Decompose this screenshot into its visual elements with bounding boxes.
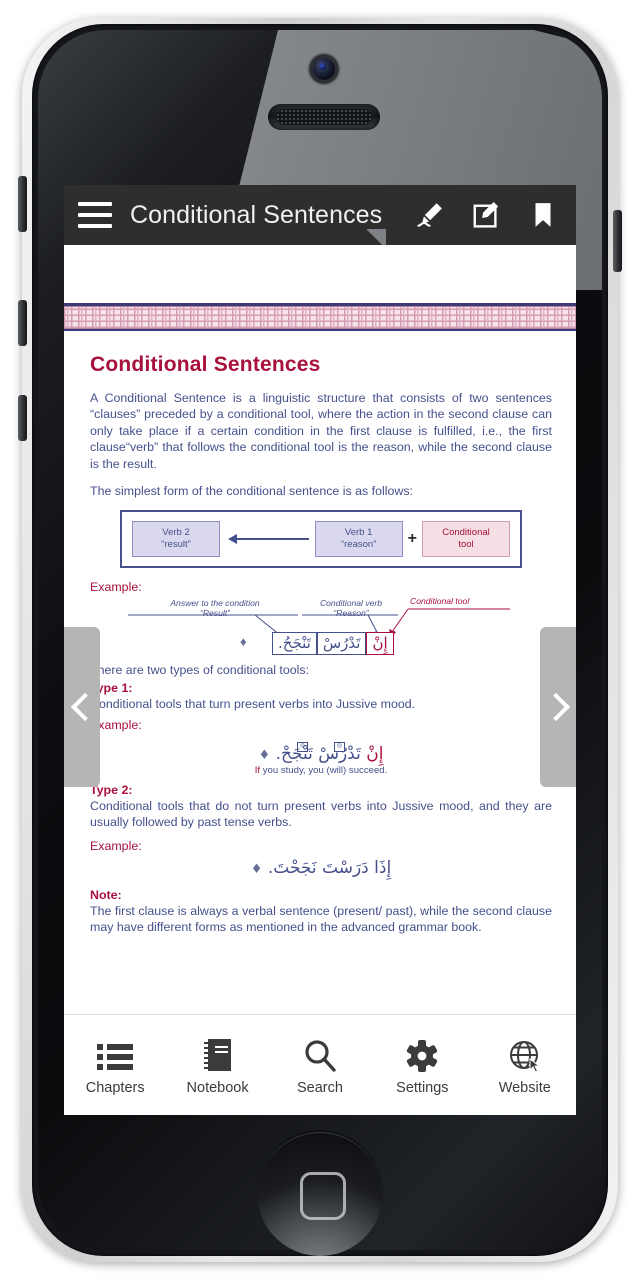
example-label-1: Example: — [90, 580, 142, 594]
annotation-result: Answer to the condition “Result” — [170, 598, 260, 619]
cell-tool: إِنْ — [366, 632, 394, 655]
earpiece-speaker — [268, 104, 380, 130]
tab-chapters-label: Chapters — [85, 1079, 145, 1096]
phone-screen: Conditional Sentences Conditional Senten… — [64, 185, 576, 1115]
verb1-label: Verb 1 — [344, 527, 373, 539]
verb1-box: Verb 1 “reason” — [314, 521, 403, 557]
sukun-markers: ◎ ◎ — [90, 734, 552, 752]
pointer-hand-icon-1: ♦ — [240, 634, 247, 649]
type2-arabic-text: إِذَا دَرَسْتَ نَجَحْتَ. — [267, 857, 392, 878]
note-text: The first clause is always a verbal sent… — [90, 903, 552, 934]
hamburger-menu-icon[interactable] — [78, 202, 112, 228]
annotation-tool: Conditional tool — [410, 596, 470, 606]
globe-icon — [508, 1035, 542, 1073]
type1-arabic-highlight: إِنْ — [366, 743, 384, 764]
verb1-sublabel: “reason” — [340, 539, 377, 551]
tab-notebook[interactable]: Notebook — [171, 1035, 265, 1096]
screenshot-scene: Conditional Sentences Conditional Senten… — [0, 0, 640, 1280]
type1-arabic: إِنْ تَدْرُسْ تَنْجَحْ. ♦ — [90, 744, 552, 764]
tab-settings-label: Settings — [396, 1079, 449, 1096]
pencil-annotate-icon[interactable] — [416, 200, 446, 230]
cell-result: تَنْجَحُ. — [272, 632, 317, 655]
type1-text: Conditional tools that turn present verb… — [90, 697, 416, 712]
page-top-margin — [64, 245, 576, 303]
document-heading: Conditional Sentences — [90, 353, 321, 376]
document-body: Conditional Sentences A Conditional Sent… — [64, 331, 576, 935]
arabic-example-cells: تَنْجَحُ. تَدْرُسْ إِنْ — [272, 632, 394, 655]
header-corner-accent — [362, 229, 386, 245]
volume-down-button[interactable] — [18, 395, 27, 441]
type2-label: Type 2: — [90, 782, 133, 797]
front-camera — [313, 58, 335, 80]
chevron-left-icon — [70, 692, 99, 722]
direction-arrow — [226, 533, 309, 545]
document-viewer: Conditional Sentences A Conditional Sent… — [64, 245, 576, 1115]
tool-sublabel: tool — [458, 539, 474, 551]
tab-website-label: Website — [498, 1079, 551, 1096]
power-button[interactable] — [613, 210, 622, 272]
verb2-label: Verb 2 — [162, 527, 190, 539]
tab-settings[interactable]: Settings — [375, 1035, 469, 1096]
structure-diagram: Verb 2 “result” Verb 1 “reason” + Condit… — [120, 510, 522, 568]
type1-arabic-rest: تَدْرُسْ تَنْجَحْ. — [275, 743, 361, 764]
tab-notebook-label: Notebook — [186, 1079, 249, 1096]
type1-translation: If you study, you (will) succeed. — [90, 765, 552, 776]
notebook-icon — [202, 1035, 234, 1073]
translation-text: you study, you (will) succeed. — [262, 764, 388, 776]
pointer-hand-icon-3: ♦ — [250, 861, 263, 877]
simplest-form-line: The simplest form of the conditional sen… — [90, 483, 413, 498]
edit-note-icon[interactable] — [472, 200, 502, 230]
example-label-2: Example: — [90, 717, 142, 732]
magnifier-icon — [303, 1035, 337, 1073]
page-title: Conditional Sentences — [130, 200, 383, 229]
type1-label: Type 1: — [90, 681, 133, 696]
gear-icon — [405, 1035, 439, 1073]
tool-label: Conditional — [442, 527, 490, 539]
conditional-tool-box: Conditional tool — [422, 521, 510, 557]
translation-highlight: If — [254, 764, 261, 776]
silent-switch[interactable] — [18, 176, 27, 232]
annotated-example: Answer to the condition “Result” Conditi… — [90, 596, 552, 658]
chevron-right-icon — [541, 692, 570, 722]
previous-page-button[interactable] — [64, 627, 100, 787]
header-actions — [416, 200, 562, 230]
verb2-box: Verb 2 “result” — [132, 521, 220, 557]
list-icon — [96, 1035, 134, 1073]
home-square-icon — [300, 1172, 346, 1220]
ornamental-border-top — [64, 303, 576, 331]
tab-chapters[interactable]: Chapters — [68, 1035, 162, 1096]
cell-verb: تَدْرُسْ — [316, 632, 367, 655]
pointer-hand-icon-2: ♦ — [258, 747, 271, 763]
tab-website[interactable]: Website — [478, 1035, 572, 1096]
home-button[interactable] — [257, 1130, 383, 1256]
bottom-tab-bar: Chapters Notebook Search Settings Websit… — [64, 1014, 576, 1115]
two-types-line: There are two types of conditional tools… — [90, 663, 310, 677]
tab-search[interactable]: Search — [273, 1035, 367, 1096]
note-label: Note: — [90, 887, 122, 902]
next-page-button[interactable] — [540, 627, 576, 787]
document-page: Conditional Sentences A Conditional Sent… — [64, 303, 576, 1115]
plus-sign: + — [407, 530, 417, 548]
verb2-sublabel: “result” — [161, 539, 191, 551]
annotation-verb: Conditional verb “Reason” — [319, 598, 383, 619]
type2-arabic: إِذَا دَرَسْتَ نَجَحْتَ. ♦ — [90, 858, 552, 878]
app-header: Conditional Sentences — [64, 185, 576, 245]
tab-search-label: Search — [296, 1079, 343, 1096]
example-label-3: Example: — [90, 838, 142, 853]
type2-text: Conditional tools that do not turn prese… — [90, 798, 552, 830]
bookmark-icon[interactable] — [528, 200, 558, 230]
intro-paragraph: A Conditional Sentence is a linguistic s… — [90, 391, 552, 471]
volume-up-button[interactable] — [18, 300, 27, 346]
